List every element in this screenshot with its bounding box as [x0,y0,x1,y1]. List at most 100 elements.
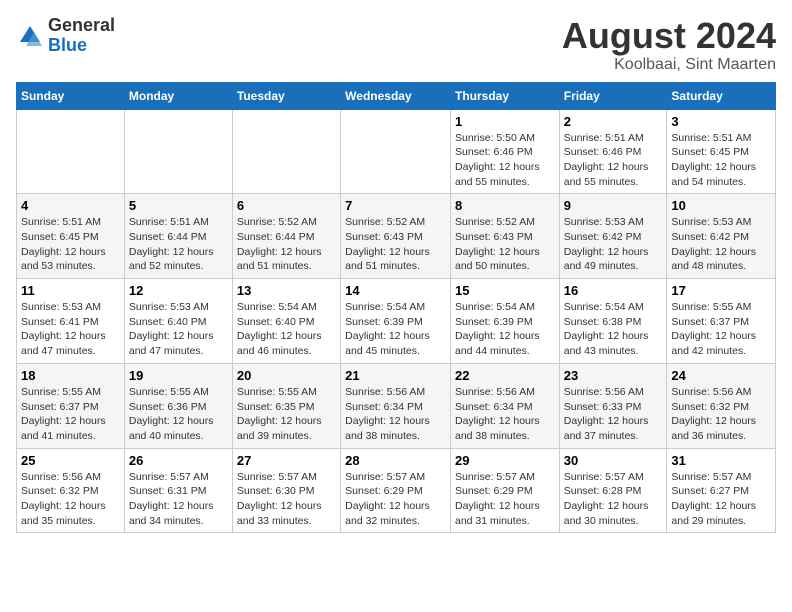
day-number: 4 [21,198,120,213]
day-number: 29 [455,453,555,468]
calendar-cell [232,109,340,194]
logo-general-text: General [48,16,115,36]
cell-content: Sunrise: 5:53 AM Sunset: 6:41 PM Dayligh… [21,300,120,359]
header-day-sunday: Sunday [17,82,125,109]
day-number: 18 [21,368,120,383]
cell-content: Sunrise: 5:53 AM Sunset: 6:42 PM Dayligh… [671,215,771,274]
day-number: 21 [345,368,446,383]
calendar-cell: 10 Sunrise: 5:53 AM Sunset: 6:42 PM Dayli… [667,194,776,279]
logo: General Blue [16,16,115,56]
day-number: 2 [564,114,663,129]
calendar-cell: 22 Sunrise: 5:56 AM Sunset: 6:34 PM Dayli… [450,363,559,448]
calendar-cell: 19 Sunrise: 5:55 AM Sunset: 6:36 PM Dayli… [124,363,232,448]
cell-content: Sunrise: 5:54 AM Sunset: 6:39 PM Dayligh… [345,300,446,359]
cell-content: Sunrise: 5:54 AM Sunset: 6:40 PM Dayligh… [237,300,336,359]
cell-content: Sunrise: 5:56 AM Sunset: 6:34 PM Dayligh… [345,385,446,444]
day-number: 31 [671,453,771,468]
cell-content: Sunrise: 5:56 AM Sunset: 6:32 PM Dayligh… [671,385,771,444]
calendar-table: SundayMondayTuesdayWednesdayThursdayFrid… [16,82,776,534]
calendar-cell: 21 Sunrise: 5:56 AM Sunset: 6:34 PM Dayli… [341,363,451,448]
cell-content: Sunrise: 5:56 AM Sunset: 6:33 PM Dayligh… [564,385,663,444]
calendar-cell [341,109,451,194]
day-number: 13 [237,283,336,298]
day-number: 6 [237,198,336,213]
logo-blue-text: Blue [48,36,115,56]
day-number: 28 [345,453,446,468]
day-number: 5 [129,198,228,213]
cell-content: Sunrise: 5:51 AM Sunset: 6:45 PM Dayligh… [21,215,120,274]
calendar-cell: 31 Sunrise: 5:57 AM Sunset: 6:27 PM Dayli… [667,448,776,533]
cell-content: Sunrise: 5:51 AM Sunset: 6:46 PM Dayligh… [564,131,663,190]
calendar-cell: 17 Sunrise: 5:55 AM Sunset: 6:37 PM Dayli… [667,279,776,364]
day-number: 10 [671,198,771,213]
calendar-cell: 7Sunrise: 5:52 AM Sunset: 6:43 PM Daylig… [341,194,451,279]
calendar-cell [17,109,125,194]
cell-content: Sunrise: 5:57 AM Sunset: 6:30 PM Dayligh… [237,470,336,529]
calendar-cell: 18 Sunrise: 5:55 AM Sunset: 6:37 PM Dayli… [17,363,125,448]
day-number: 17 [671,283,771,298]
day-number: 15 [455,283,555,298]
header-row: SundayMondayTuesdayWednesdayThursdayFrid… [17,82,776,109]
calendar-cell: 29 Sunrise: 5:57 AM Sunset: 6:29 PM Dayli… [450,448,559,533]
calendar-week-1: 1 Sunrise: 5:50 AM Sunset: 6:46 PM Daylig… [17,109,776,194]
calendar-cell: 6 Sunrise: 5:52 AM Sunset: 6:44 PM Daylig… [232,194,340,279]
logo-icon [16,22,44,50]
header-day-saturday: Saturday [667,82,776,109]
cell-content: Sunrise: 5:57 AM Sunset: 6:28 PM Dayligh… [564,470,663,529]
day-number: 14 [345,283,446,298]
header-day-tuesday: Tuesday [232,82,340,109]
day-number: 19 [129,368,228,383]
day-number: 1 [455,114,555,129]
calendar-cell: 8Sunrise: 5:52 AM Sunset: 6:43 PM Daylig… [450,194,559,279]
calendar-cell: 27 Sunrise: 5:57 AM Sunset: 6:30 PM Dayli… [232,448,340,533]
calendar-week-3: 11 Sunrise: 5:53 AM Sunset: 6:41 PM Dayli… [17,279,776,364]
day-number: 7 [345,198,446,213]
location: Koolbaai, Sint Maarten [562,56,776,74]
day-number: 25 [21,453,120,468]
day-number: 11 [21,283,120,298]
header-day-thursday: Thursday [450,82,559,109]
header-day-wednesday: Wednesday [341,82,451,109]
calendar-cell: 4 Sunrise: 5:51 AM Sunset: 6:45 PM Daylig… [17,194,125,279]
calendar-cell: 11 Sunrise: 5:53 AM Sunset: 6:41 PM Dayli… [17,279,125,364]
calendar-cell: 2 Sunrise: 5:51 AM Sunset: 6:46 PM Daylig… [559,109,667,194]
calendar-cell: 25 Sunrise: 5:56 AM Sunset: 6:32 PM Dayli… [17,448,125,533]
day-number: 8 [455,198,555,213]
cell-content: Sunrise: 5:50 AM Sunset: 6:46 PM Dayligh… [455,131,555,190]
calendar-cell: 5 Sunrise: 5:51 AM Sunset: 6:44 PM Daylig… [124,194,232,279]
calendar-cell [124,109,232,194]
day-number: 27 [237,453,336,468]
calendar-cell: 3 Sunrise: 5:51 AM Sunset: 6:45 PM Daylig… [667,109,776,194]
cell-content: Sunrise: 5:57 AM Sunset: 6:27 PM Dayligh… [671,470,771,529]
calendar-cell: 28 Sunrise: 5:57 AM Sunset: 6:29 PM Dayli… [341,448,451,533]
calendar-cell: 1 Sunrise: 5:50 AM Sunset: 6:46 PM Daylig… [450,109,559,194]
cell-content: Sunrise: 5:53 AM Sunset: 6:42 PM Dayligh… [564,215,663,274]
header-day-monday: Monday [124,82,232,109]
cell-content: Sunrise: 5:53 AM Sunset: 6:40 PM Dayligh… [129,300,228,359]
page-header: General Blue August 2024 Koolbaai, Sint … [16,16,776,74]
cell-content: Sunrise: 5:55 AM Sunset: 6:36 PM Dayligh… [129,385,228,444]
day-number: 22 [455,368,555,383]
cell-content: Sunrise: 5:51 AM Sunset: 6:45 PM Dayligh… [671,131,771,190]
cell-content: Sunrise: 5:57 AM Sunset: 6:29 PM Dayligh… [345,470,446,529]
calendar-cell: 20Sunrise: 5:55 AM Sunset: 6:35 PM Dayli… [232,363,340,448]
cell-content: Sunrise: 5:55 AM Sunset: 6:37 PM Dayligh… [21,385,120,444]
calendar-week-4: 18 Sunrise: 5:55 AM Sunset: 6:37 PM Dayli… [17,363,776,448]
calendar-cell: 24Sunrise: 5:56 AM Sunset: 6:32 PM Dayli… [667,363,776,448]
day-number: 12 [129,283,228,298]
day-number: 3 [671,114,771,129]
calendar-cell: 30 Sunrise: 5:57 AM Sunset: 6:28 PM Dayli… [559,448,667,533]
calendar-cell: 23 Sunrise: 5:56 AM Sunset: 6:33 PM Dayli… [559,363,667,448]
cell-content: Sunrise: 5:56 AM Sunset: 6:32 PM Dayligh… [21,470,120,529]
cell-content: Sunrise: 5:56 AM Sunset: 6:34 PM Dayligh… [455,385,555,444]
cell-content: Sunrise: 5:51 AM Sunset: 6:44 PM Dayligh… [129,215,228,274]
day-number: 30 [564,453,663,468]
title-block: August 2024 Koolbaai, Sint Maarten [562,16,776,74]
calendar-cell: 12 Sunrise: 5:53 AM Sunset: 6:40 PM Dayli… [124,279,232,364]
cell-content: Sunrise: 5:55 AM Sunset: 6:37 PM Dayligh… [671,300,771,359]
day-number: 23 [564,368,663,383]
calendar-cell: 14 Sunrise: 5:54 AM Sunset: 6:39 PM Dayli… [341,279,451,364]
cell-content: Sunrise: 5:57 AM Sunset: 6:29 PM Dayligh… [455,470,555,529]
cell-content: Sunrise: 5:54 AM Sunset: 6:39 PM Dayligh… [455,300,555,359]
cell-content: Sunrise: 5:52 AM Sunset: 6:44 PM Dayligh… [237,215,336,274]
